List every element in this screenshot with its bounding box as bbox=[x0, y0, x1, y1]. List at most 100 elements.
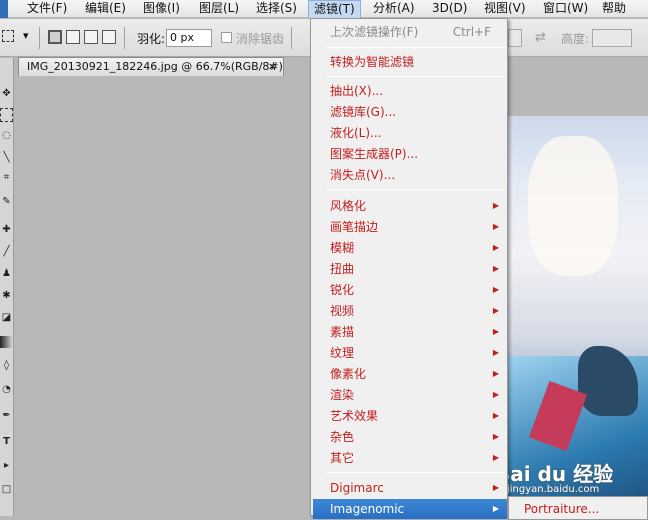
add-to-selection-icon[interactable] bbox=[66, 30, 80, 44]
menu-window[interactable]: 窗口(W) bbox=[543, 0, 588, 18]
pixelate-label: 像素化 bbox=[330, 367, 367, 381]
separator bbox=[291, 27, 292, 49]
feather-label: 羽化: bbox=[137, 32, 166, 46]
sketch-label: 素描 bbox=[330, 325, 355, 339]
menu-analysis[interactable]: 分析(A) bbox=[373, 0, 415, 18]
menu-separator bbox=[327, 189, 505, 190]
filter-gallery-item[interactable]: 滤镜库(G)... bbox=[313, 102, 507, 122]
menu-3d[interactable]: 3D(D) bbox=[432, 0, 467, 18]
convert-smart-filter-item[interactable]: 转换为智能滤镜 bbox=[313, 52, 507, 72]
submenu-arrow-icon: ▶ bbox=[492, 201, 499, 210]
submenu-arrow-icon: ▶ bbox=[492, 453, 499, 462]
move-tool-icon[interactable]: ✥ bbox=[0, 84, 13, 103]
intersect-selection-icon[interactable] bbox=[102, 30, 116, 44]
submenu-arrow-icon: ▶ bbox=[492, 483, 499, 492]
menu-layer[interactable]: 图层(L) bbox=[199, 0, 239, 18]
render-label: 渲染 bbox=[330, 388, 355, 402]
document-image[interactable] bbox=[508, 116, 648, 516]
menu-image[interactable]: 图像(I) bbox=[143, 0, 180, 18]
sketch-item[interactable]: 素描 ▶ bbox=[313, 322, 507, 342]
menu-file[interactable]: 文件(F) bbox=[27, 0, 67, 18]
menu-view[interactable]: 视图(V) bbox=[484, 0, 526, 18]
menu-edit[interactable]: 编辑(E) bbox=[85, 0, 126, 18]
shape-tool-icon[interactable]: □ bbox=[0, 480, 13, 499]
watermark-logo: Bai du 经验 bbox=[495, 462, 614, 486]
clone-stamp-tool-icon[interactable]: ♟ bbox=[0, 264, 13, 283]
lasso-tool-icon[interactable]: ◌ bbox=[0, 126, 13, 145]
artistic-item[interactable]: 艺术效果 ▶ bbox=[313, 406, 507, 426]
menu-select[interactable]: 选择(S) bbox=[256, 0, 297, 18]
menu-separator bbox=[327, 76, 505, 77]
submenu-arrow-icon: ▶ bbox=[492, 411, 499, 420]
dropdown-icon[interactable]: ▾ bbox=[23, 29, 29, 42]
healing-brush-tool-icon[interactable]: ✚ bbox=[0, 220, 13, 239]
submenu-arrow-icon: ▶ bbox=[492, 306, 499, 315]
extract-item[interactable]: 抽出(X)... bbox=[313, 81, 507, 101]
separator bbox=[124, 27, 125, 49]
brush-tool-icon[interactable]: ╱ bbox=[0, 242, 13, 261]
brush-strokes-item[interactable]: 画笔描边 ▶ bbox=[313, 217, 507, 237]
noise-label: 杂色 bbox=[330, 430, 355, 444]
digimarc-item[interactable]: Digimarc ▶ bbox=[313, 478, 507, 498]
height-input[interactable] bbox=[592, 29, 632, 47]
liquify-item[interactable]: 液化(L)... bbox=[313, 123, 507, 143]
blur-item[interactable]: 模糊 ▶ bbox=[313, 238, 507, 258]
noise-item[interactable]: 杂色 ▶ bbox=[313, 427, 507, 447]
imagenomic-item[interactable]: Imagenomic ▶ bbox=[313, 499, 507, 519]
other-label: 其它 bbox=[330, 451, 355, 465]
crop-tool-icon[interactable]: ⌗ bbox=[0, 168, 13, 187]
submenu-arrow-icon: ▶ bbox=[492, 285, 499, 294]
menu-filter[interactable]: 滤镜(T) bbox=[308, 0, 361, 18]
subtract-selection-icon[interactable] bbox=[84, 30, 98, 44]
gradient-tool-icon[interactable] bbox=[0, 336, 13, 348]
artistic-label: 艺术效果 bbox=[330, 409, 379, 423]
document-title: IMG_20130921_182246.jpg @ 66.7%(RGB/8#) bbox=[27, 60, 283, 73]
other-item[interactable]: 其它 ▶ bbox=[313, 448, 507, 468]
width-input[interactable] bbox=[508, 29, 522, 47]
path-selection-tool-icon[interactable]: ▸ bbox=[0, 456, 13, 475]
marquee-tool-icon[interactable] bbox=[0, 108, 13, 122]
distort-item[interactable]: 扭曲 ▶ bbox=[313, 259, 507, 279]
menu-bar: 文件(F) 编辑(E) 图像(I) 图层(L) 选择(S) 滤镜(T) 分析(A… bbox=[0, 0, 648, 18]
stylize-item[interactable]: 风格化 ▶ bbox=[313, 196, 507, 216]
pixelate-item[interactable]: 像素化 ▶ bbox=[313, 364, 507, 384]
blur-tool-icon[interactable]: ◊ bbox=[0, 356, 13, 375]
menu-help[interactable]: 帮助 bbox=[602, 0, 626, 18]
menu-separator bbox=[327, 47, 505, 48]
photoshop-logo-icon bbox=[0, 0, 8, 18]
document-tab[interactable]: IMG_20130921_182246.jpg @ 66.7%(RGB/8#) … bbox=[18, 57, 284, 76]
marquee-tool-preset-icon[interactable] bbox=[2, 30, 14, 42]
distort-label: 扭曲 bbox=[330, 262, 355, 276]
close-icon[interactable]: × bbox=[268, 58, 277, 75]
vanishing-point-item[interactable]: 消失点(V)... bbox=[313, 165, 507, 185]
render-item[interactable]: 渲染 ▶ bbox=[313, 385, 507, 405]
last-filter-item[interactable]: 上次滤镜操作(F) Ctrl+F bbox=[313, 22, 507, 42]
submenu-arrow-icon: ▶ bbox=[492, 264, 499, 273]
new-selection-icon[interactable] bbox=[48, 30, 62, 44]
stylize-label: 风格化 bbox=[330, 199, 367, 213]
video-item[interactable]: 视频 ▶ bbox=[313, 301, 507, 321]
quick-select-tool-icon[interactable]: ╲ bbox=[0, 148, 13, 167]
swap-icon[interactable]: ⇄ bbox=[535, 30, 546, 45]
texture-label: 纹理 bbox=[330, 346, 355, 360]
imagenomic-label: Imagenomic bbox=[330, 502, 405, 516]
texture-item[interactable]: 纹理 ▶ bbox=[313, 343, 507, 363]
submenu-arrow-icon: ▶ bbox=[492, 369, 499, 378]
watermark-url: jingyan.baidu.com bbox=[507, 484, 600, 495]
sharpen-item[interactable]: 锐化 ▶ bbox=[313, 280, 507, 300]
antialias-checkbox[interactable] bbox=[221, 32, 232, 43]
portraiture-item[interactable]: Portraiture... bbox=[511, 499, 645, 519]
history-brush-tool-icon[interactable]: ✱ bbox=[0, 286, 13, 305]
pen-tool-icon[interactable]: ✒ bbox=[0, 406, 13, 425]
eyedropper-tool-icon[interactable]: ✎ bbox=[0, 192, 13, 211]
antialias-label: 消除锯齿 bbox=[236, 32, 285, 46]
menu-separator bbox=[327, 472, 505, 473]
feather-input[interactable]: 0 px bbox=[166, 29, 212, 47]
separator bbox=[39, 27, 40, 49]
dodge-tool-icon[interactable]: ◔ bbox=[0, 380, 13, 399]
eraser-tool-icon[interactable]: ◪ bbox=[0, 308, 13, 327]
submenu-arrow-icon: ▶ bbox=[492, 504, 499, 513]
type-tool-icon[interactable]: T bbox=[0, 432, 13, 451]
submenu-arrow-icon: ▶ bbox=[492, 348, 499, 357]
pattern-maker-item[interactable]: 图案生成器(P)... bbox=[313, 144, 507, 164]
